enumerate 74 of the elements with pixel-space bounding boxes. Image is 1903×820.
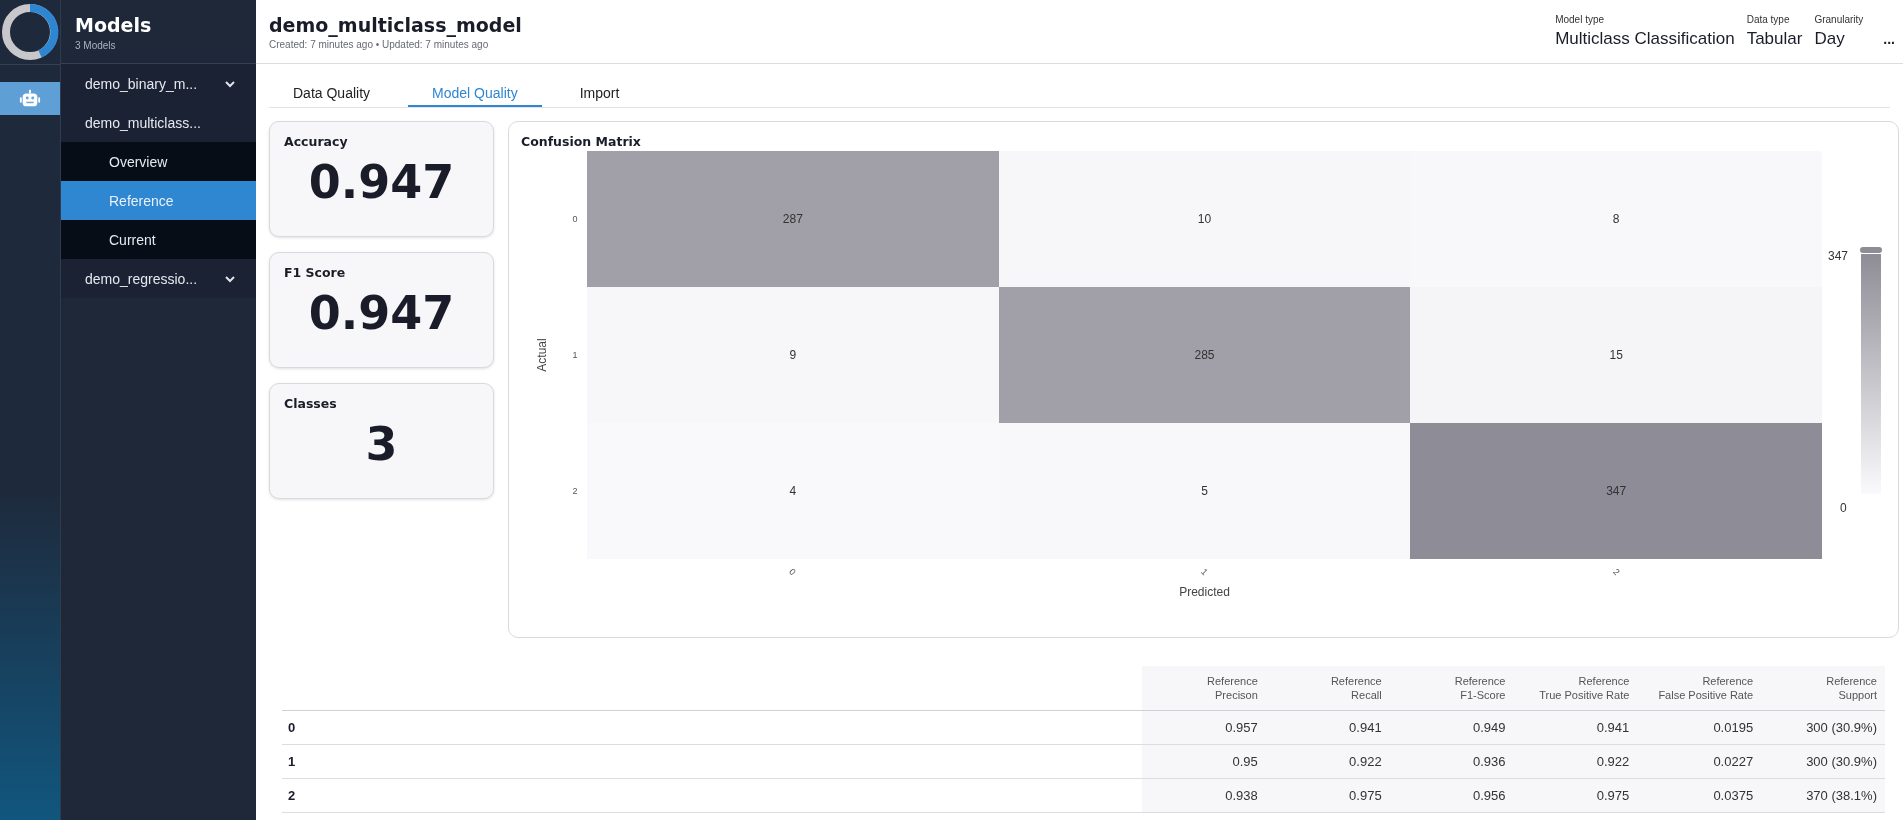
meta-label: Data type bbox=[1746, 14, 1791, 25]
meta-label: Granularity bbox=[1814, 14, 1864, 25]
matrix-cell: 15 bbox=[1410, 287, 1822, 423]
matrix-cell: 5 bbox=[998, 423, 1411, 559]
table-cell: 0.975 bbox=[1513, 779, 1638, 812]
scale-label: 0 bbox=[1840, 501, 1847, 515]
sub-nav-item[interactable]: Overview bbox=[61, 142, 256, 181]
metric-label: Accuracy bbox=[284, 134, 349, 149]
tab[interactable]: Model Quality bbox=[408, 80, 542, 107]
tick-label: 0 bbox=[787, 566, 799, 578]
metric-label: F1 Score bbox=[284, 265, 347, 280]
tick-label: 1 bbox=[1199, 566, 1210, 578]
row-label: 0 bbox=[287, 719, 297, 737]
axis-label: Predicted bbox=[1179, 585, 1230, 599]
table-cell: 0.975 bbox=[1265, 779, 1390, 812]
meta-value: Multiclass Classification bbox=[1555, 29, 1735, 49]
metric-value: 3 bbox=[364, 417, 399, 471]
sidebar-title: Models bbox=[75, 14, 153, 36]
tick-label: 1 bbox=[572, 350, 578, 360]
table-cell: 0.922 bbox=[1265, 745, 1390, 778]
table-cell: 0.957 bbox=[1142, 711, 1266, 744]
matrix-cell: 347 bbox=[1410, 423, 1822, 559]
table-cell: 0.941 bbox=[1265, 711, 1390, 744]
timestamps: Created: 7 minutes ago • Updated: 7 minutes ago bbox=[269, 38, 490, 50]
table-cell: 370 (38.1%) bbox=[1761, 779, 1885, 812]
column-header: Reference Recall bbox=[1265, 666, 1390, 710]
column-header: Reference Precison bbox=[1142, 666, 1266, 710]
column-header: Reference Support bbox=[1761, 666, 1885, 710]
tab[interactable]: Data Quality bbox=[269, 80, 395, 107]
table-cell: 0.95 bbox=[1142, 745, 1266, 778]
row-label: 2 bbox=[287, 787, 297, 805]
tick-label: 0 bbox=[572, 214, 578, 224]
table-cell: 300 (30.9%) bbox=[1761, 711, 1885, 744]
matrix-cell: 9 bbox=[587, 287, 999, 423]
column-header: Reference True Positive Rate bbox=[1513, 666, 1638, 710]
matrix-cell: 287 bbox=[587, 151, 999, 287]
axis-label: Actual bbox=[535, 338, 549, 372]
metric-value: 0.947 bbox=[307, 286, 456, 340]
tab[interactable]: Import bbox=[555, 80, 644, 107]
table-cell: 0.922 bbox=[1513, 745, 1638, 778]
table-cell: 0.956 bbox=[1389, 779, 1514, 812]
sub-nav-item[interactable]: Current bbox=[61, 220, 256, 259]
matrix-cell: 4 bbox=[587, 423, 999, 559]
table-cell: 0.0375 bbox=[1637, 779, 1762, 812]
robot-nav-button[interactable] bbox=[0, 82, 60, 115]
table-cell: 0.0195 bbox=[1637, 711, 1762, 744]
matrix-cell: 285 bbox=[998, 287, 1411, 423]
tick-label: 2 bbox=[1610, 566, 1622, 578]
metric-label: Classes bbox=[284, 396, 338, 411]
table-cell: 300 (30.9%) bbox=[1761, 745, 1885, 778]
tick-label: 2 bbox=[572, 486, 578, 496]
matrix-cell: 8 bbox=[1410, 151, 1822, 287]
metric-value: 0.947 bbox=[307, 155, 456, 209]
more-button[interactable]: ... bbox=[1875, 31, 1895, 49]
table-cell: 0.936 bbox=[1389, 745, 1514, 778]
scale-label: 347 bbox=[1828, 249, 1849, 263]
column-header: Reference False Positive Rate bbox=[1637, 666, 1762, 710]
row-label: 1 bbox=[287, 753, 297, 771]
meta-value: Day bbox=[1814, 29, 1846, 49]
table-cell: 0.949 bbox=[1389, 711, 1514, 744]
table-cell: 0.0227 bbox=[1637, 745, 1762, 778]
table-cell: 0.941 bbox=[1513, 711, 1638, 744]
model-item[interactable]: demo_multiclass... bbox=[61, 103, 256, 142]
page-title: demo_multiclass_model bbox=[269, 13, 522, 36]
column-header: Reference F1-Score bbox=[1389, 666, 1514, 710]
model-item[interactable]: demo_binary_m... bbox=[61, 64, 256, 103]
matrix-cell: 10 bbox=[998, 151, 1411, 287]
scale-handle[interactable] bbox=[1860, 247, 1882, 253]
meta-label: Model type bbox=[1555, 14, 1606, 25]
table-cell: 0.938 bbox=[1142, 779, 1266, 812]
model-item[interactable]: demo_regressio... bbox=[61, 259, 256, 298]
meta-value: Tabular bbox=[1746, 29, 1803, 49]
model-count: 3 Models bbox=[75, 40, 117, 51]
chart-title: Confusion Matrix bbox=[521, 134, 642, 149]
